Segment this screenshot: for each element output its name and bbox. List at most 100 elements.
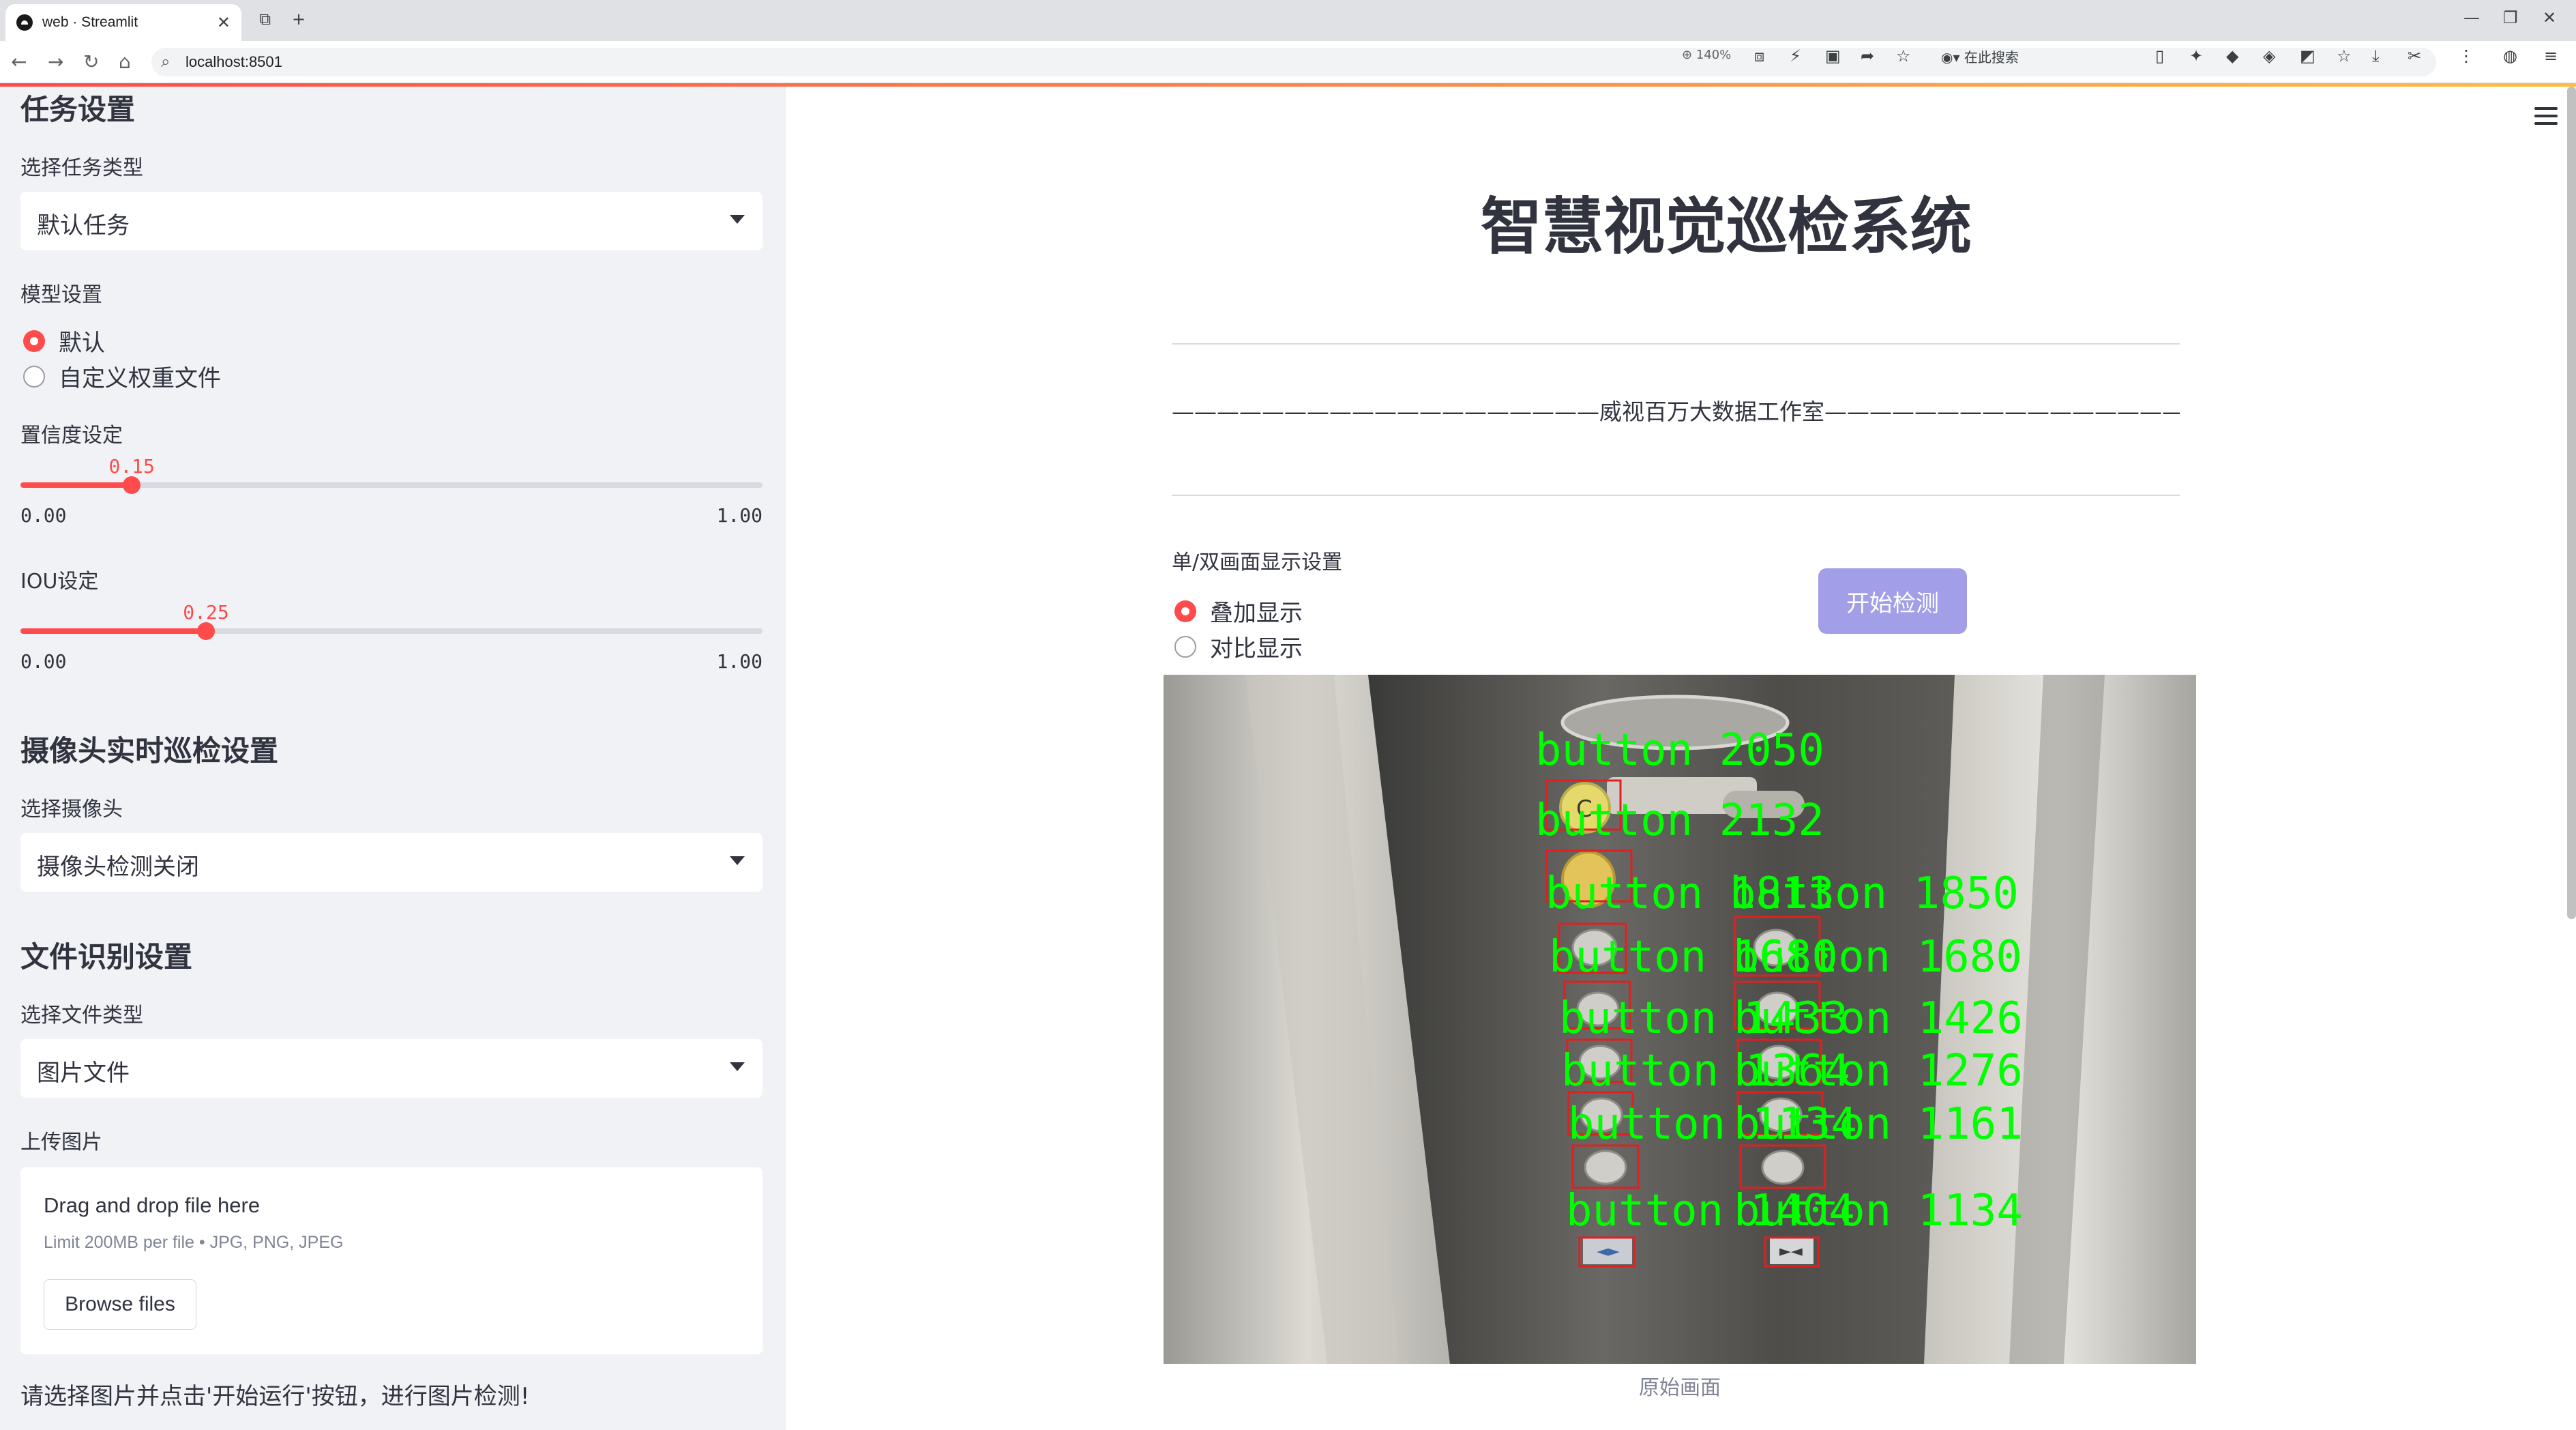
tab-close-icon[interactable]: ✕ xyxy=(217,13,231,32)
back-icon[interactable]: ← xyxy=(11,50,27,73)
slider-min: 0.00 xyxy=(20,504,67,527)
detection-label: button 1134 xyxy=(1734,1186,2023,1236)
divider xyxy=(1172,343,2180,345)
extension-1-icon[interactable]: ✦ xyxy=(2189,46,2203,65)
radio-unselected-icon xyxy=(1174,635,1196,658)
start-detection-button[interactable]: 开始检测 xyxy=(1818,568,1967,634)
extension-2-icon[interactable]: ◆ xyxy=(2226,46,2238,65)
bookmark-icon[interactable]: ☆ xyxy=(2337,46,2352,65)
model-option-default[interactable]: 默认 xyxy=(23,324,105,358)
flash-icon[interactable]: ⚡ xyxy=(1790,46,1801,65)
cut-icon[interactable]: ✂ xyxy=(2408,46,2421,65)
image-caption: 原始画面 xyxy=(1639,1376,1721,1400)
browser-tab[interactable]: web · Streamlit ✕ xyxy=(5,4,241,41)
model-option-custom[interactable]: 自定义权重文件 xyxy=(23,360,221,393)
radio-selected-icon xyxy=(1174,600,1196,622)
slider-fill xyxy=(20,628,206,634)
zoom-level: 140% xyxy=(1696,48,1732,62)
window-close-icon[interactable]: ✕ xyxy=(2543,8,2556,27)
browser-menu-icon[interactable]: ≡ xyxy=(2544,46,2558,65)
dropzone-title: Drag and drop file here xyxy=(44,1193,261,1217)
detection-result-image: C ◄► ►◄ button 2050 button 2132 button 1… xyxy=(1164,675,2196,1364)
tab-title: web · Streamlit xyxy=(42,14,138,30)
restore-icon[interactable]: ❐ xyxy=(2503,8,2518,27)
address-bar: ← → ↻ ⌂ ⌕ localhost:8501 ⊕ 140% ⧈ ⚡ ▣ ➦ … xyxy=(0,41,2576,83)
svg-text:►◄: ►◄ xyxy=(1779,1243,1803,1260)
search-icon: ⌕ xyxy=(161,52,171,71)
task-type-label: 选择任务类型 xyxy=(20,156,143,180)
forward-icon[interactable]: → xyxy=(48,50,63,73)
display-mode-label: 单/双画面显示设置 xyxy=(1172,551,1343,574)
detection-label: button 1850 xyxy=(1730,869,2019,919)
display-option-overlay[interactable]: 叠加显示 xyxy=(1174,594,1303,628)
slider-thumb[interactable] xyxy=(197,622,215,640)
scrollbar[interactable] xyxy=(2567,87,2576,919)
model-option-label: 默认 xyxy=(59,330,105,357)
detection-label: button 2132 xyxy=(1535,796,1824,846)
detection-label: button 1680 xyxy=(1733,932,2022,982)
new-tab-icon[interactable]: + xyxy=(292,10,306,29)
profile-avatar-icon[interactable]: ◍ xyxy=(2503,46,2517,65)
tab-actions-icon[interactable]: ⧉ xyxy=(259,10,271,29)
more-menu-icon[interactable]: ⋮ xyxy=(2458,46,2474,65)
favorite-icon[interactable]: ☆ xyxy=(1896,46,1911,65)
display-option-label: 叠加显示 xyxy=(1210,600,1303,627)
file-section-heading: 文件识别设置 xyxy=(20,940,193,974)
screenshot-icon[interactable]: ▣ xyxy=(1825,46,1841,65)
display-option-label: 对比显示 xyxy=(1210,635,1303,662)
extension-4-icon[interactable]: ◩ xyxy=(2300,46,2315,65)
slider-max: 1.00 xyxy=(716,650,763,673)
chevron-down-icon xyxy=(730,1062,745,1071)
zoom-indicator[interactable]: ⊕ 140% xyxy=(1682,48,1731,62)
slider-min: 0.00 xyxy=(20,650,67,673)
camera-value: 摄像头检测关闭 xyxy=(37,853,199,881)
slider-fill xyxy=(20,482,132,488)
detection-label: button 2050 xyxy=(1535,725,1824,776)
main-content: 智慧视觉巡检系统 ———————————————————威视百万大数据工作室——… xyxy=(786,87,2576,1430)
camera-select[interactable]: 摄像头检测关闭 xyxy=(20,833,763,892)
sidebar: 任务设置 选择任务类型 默认任务 模型设置 默认 自定义权重文件 置信度设定 0… xyxy=(0,87,786,1430)
conf-slider-value: 0.15 xyxy=(108,455,155,478)
share-icon[interactable]: ➦ xyxy=(1861,46,1874,65)
model-label: 模型设置 xyxy=(20,283,102,307)
task-section-heading: 任务设置 xyxy=(20,93,136,126)
translate-icon[interactable]: ⧈ xyxy=(1754,46,1764,65)
slider-max: 1.00 xyxy=(716,504,763,527)
radio-selected-icon xyxy=(23,330,45,352)
streamlit-favicon-icon xyxy=(16,14,33,31)
svg-text:◄►: ◄► xyxy=(1597,1243,1620,1260)
chevron-down-icon xyxy=(730,215,745,224)
radio-unselected-icon xyxy=(23,365,45,388)
task-type-select[interactable]: 默认任务 xyxy=(20,192,763,250)
conf-label: 置信度设定 xyxy=(20,424,123,448)
file-type-select[interactable]: 图片文件 xyxy=(20,1039,763,1098)
divider xyxy=(1172,495,2180,496)
dropzone-limit: Limit 200MB per file • JPG, PNG, JPEG xyxy=(44,1233,344,1252)
search-engine-box[interactable]: ◉▾ 在此搜索 xyxy=(1941,46,2139,67)
display-option-compare[interactable]: 对比显示 xyxy=(1174,630,1303,663)
slider-thumb[interactable] xyxy=(123,476,141,494)
iou-slider-value: 0.25 xyxy=(183,601,229,624)
browser-tab-bar: web · Streamlit ✕ ⧉ + — ❐ ✕ xyxy=(0,0,2576,41)
detection-label: button 1161 xyxy=(1734,1099,2023,1150)
iou-label: IOU设定 xyxy=(20,570,99,594)
url-text: localhost:8501 xyxy=(186,53,282,70)
detection-label: button 1426 xyxy=(1734,993,2023,1044)
page-title: 智慧视觉巡检系统 xyxy=(1481,191,1972,263)
iou-slider[interactable]: 0.25 0.00 1.00 xyxy=(20,601,763,676)
extension-3-icon[interactable]: ◈ xyxy=(2263,46,2275,65)
file-uploader-dropzone[interactable]: Drag and drop file here Limit 200MB per … xyxy=(20,1167,763,1354)
detection-label: button 1276 xyxy=(1734,1046,2023,1096)
hamburger-menu-icon[interactable] xyxy=(2534,107,2558,125)
home-icon[interactable]: ⌂ xyxy=(119,50,131,73)
camera-label: 选择摄像头 xyxy=(20,798,123,821)
minimize-icon[interactable]: — xyxy=(2463,8,2480,27)
download-icon[interactable]: ⤓ xyxy=(2372,46,2380,65)
model-option-label: 自定义权重文件 xyxy=(59,365,221,392)
studio-banner: ———————————————————威视百万大数据工作室———————————… xyxy=(1172,398,2180,425)
phone-icon[interactable]: ▯ xyxy=(2155,46,2164,65)
browse-files-button[interactable]: Browse files xyxy=(44,1279,196,1330)
chevron-down-icon xyxy=(730,856,745,865)
reload-icon[interactable]: ↻ xyxy=(83,50,99,73)
conf-slider[interactable]: 0.15 0.00 1.00 xyxy=(20,455,763,530)
